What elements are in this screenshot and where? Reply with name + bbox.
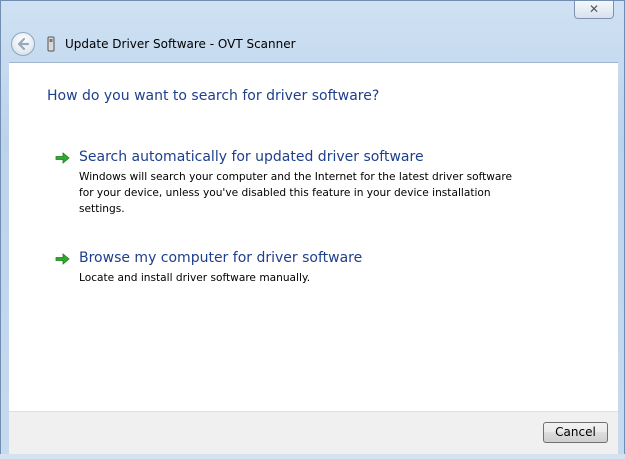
- content-area: How do you want to search for driver sof…: [9, 62, 618, 412]
- cancel-button[interactable]: Cancel: [543, 422, 608, 443]
- close-button[interactable]: ✕: [574, 1, 614, 19]
- option-title[interactable]: Browse my computer for driver software: [79, 250, 362, 266]
- title-bar: Update Driver Software - OVT Scanner: [9, 31, 614, 59]
- device-icon: [47, 36, 55, 52]
- green-arrow-icon: [55, 253, 70, 265]
- back-arrow-icon: [17, 37, 30, 51]
- green-arrow-icon: [55, 152, 70, 164]
- page-heading: How do you want to search for driver sof…: [47, 88, 380, 104]
- back-button[interactable]: [11, 32, 35, 56]
- close-icon: ✕: [588, 2, 600, 16]
- option-description: Windows will search your computer and th…: [79, 171, 513, 215]
- window-bottom-border: [0, 454, 625, 459]
- option-title[interactable]: Search automatically for updated driver …: [79, 149, 424, 165]
- option-description: Locate and install driver software manua…: [79, 272, 311, 284]
- dialog-footer: Cancel: [9, 411, 618, 456]
- dialog-window: ✕ Update Driver Software - OVT Scanner H…: [0, 0, 625, 459]
- window-title: Update Driver Software - OVT Scanner: [65, 37, 296, 51]
